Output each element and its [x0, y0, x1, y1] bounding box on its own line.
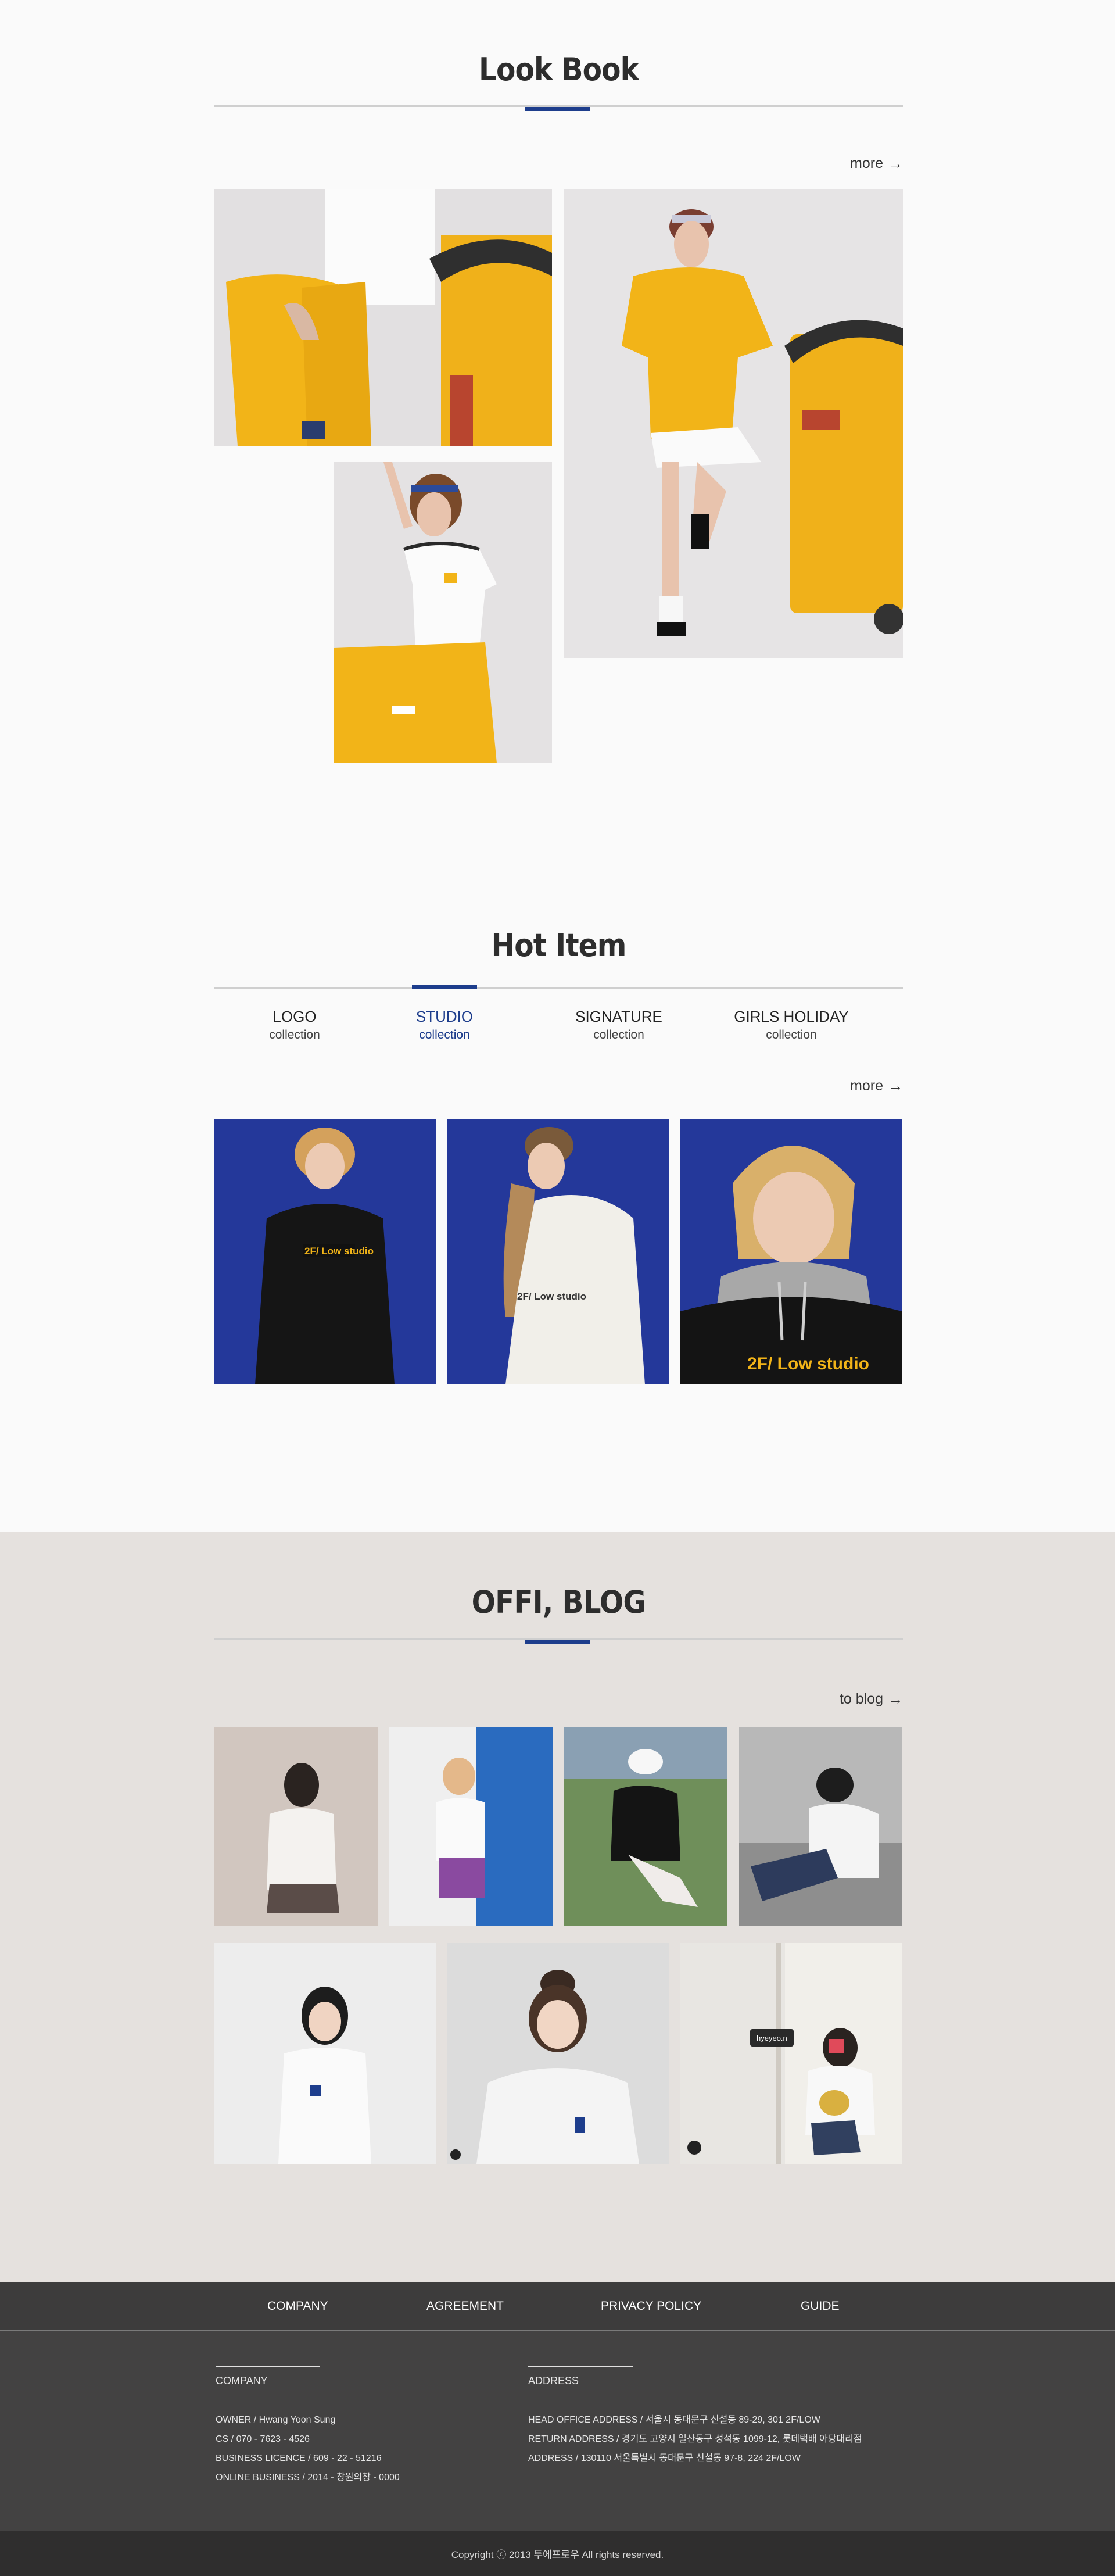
footer-info: COMPANY OWNER / Hwang Yoon Sung CS / 070… [0, 2331, 1115, 2531]
blog-title: OFFI, BLOG [471, 1584, 647, 1620]
title-accent [525, 107, 590, 111]
footer-rule [216, 2366, 320, 2367]
lookbook-photo-pants[interactable] [214, 189, 552, 446]
photo-tag-label: hyeyeo.n [757, 2034, 787, 2042]
blog-photo-tagged[interactable]: hyeyeo.n [680, 1943, 902, 2164]
to-blog-link[interactable]: to blog → [214, 1690, 903, 1708]
footer-address-info: ADDRESS HEAD OFFICE ADDRESS / 서울시 동대문구 신… [528, 2366, 862, 2468]
hot-item-list: 2F/ Low studio 2F/ Low studio 2F/ Low st… [214, 1119, 903, 1384]
footer-info-line: OWNER / Hwang Yoon Sung [216, 2415, 336, 2425]
footer-link-agreement[interactable]: AGREEMENT [426, 2299, 504, 2313]
product-print: 2F/ Low studio [517, 1291, 586, 1302]
product-card-black-hoodie[interactable]: 2F/ Low studio [214, 1119, 436, 1384]
tab-label: LOGO [273, 1008, 317, 1025]
more-label: more [850, 155, 883, 171]
lookbook-grid [214, 189, 903, 770]
product-card-grey-hood-hoodie[interactable]: 2F/ Low studio [680, 1119, 902, 1384]
footer-company-info: COMPANY OWNER / Hwang Yoon Sung CS / 070… [216, 2366, 400, 2487]
lookbook-more-link[interactable]: more → [214, 155, 903, 173]
tab-logo[interactable]: LOGO collection [236, 1008, 353, 1042]
collection-tabs: LOGO collection STUDIO collection SIGNAT… [214, 985, 903, 1042]
footer-link-company[interactable]: COMPANY [267, 2299, 328, 2313]
footer-nav: COMPANY AGREEMENT PRIVACY POLICY GUIDE [0, 2282, 1115, 2331]
blog-photo[interactable] [214, 1727, 378, 1926]
tab-sub-label: collection [269, 1028, 320, 1042]
arrow-right-icon: → [888, 1077, 903, 1094]
title-divider [214, 105, 903, 111]
product-card-white-hoodie[interactable]: 2F/ Low studio [447, 1119, 669, 1384]
footer-rule [528, 2366, 633, 2367]
tab-sub-label: collection [766, 1028, 817, 1042]
footer-link-guide[interactable]: GUIDE [801, 2299, 840, 2313]
footer-info-line: ADDRESS / 130110 서울특별시 동대문구 신설동 97-8, 22… [528, 2453, 801, 2463]
footer-info-line: RETURN ADDRESS / 경기도 고양시 일산동구 성석동 1099-1… [528, 2434, 862, 2444]
tab-studio[interactable]: STUDIO collection [386, 1008, 503, 1042]
title-accent [525, 1640, 590, 1644]
tab-label: SIGNATURE [575, 1008, 662, 1025]
active-tab-indicator [412, 985, 477, 989]
blog-photo[interactable] [739, 1727, 902, 1926]
footer-address-heading: ADDRESS [528, 2375, 579, 2387]
copyright-bar: Copyright ⓒ 2013 투에프로우 All rights reserv… [0, 2531, 1115, 2576]
product-print: 2F/ Low studio [304, 1246, 374, 1257]
footer-info-line: CS / 070 - 7623 - 4526 [216, 2434, 310, 2444]
footer-info-line: ONLINE BUSINESS / 2014 - 창원의창 - 0000 [216, 2473, 400, 2482]
tab-label: STUDIO [415, 1008, 474, 1025]
hot-item-more-link[interactable]: more → [214, 1077, 903, 1095]
tab-girls-holiday[interactable]: GIRLS HOLIDAY collection [733, 1008, 849, 1042]
tab-label: GIRLS HOLIDAY [734, 1008, 849, 1025]
blog-photo[interactable] [214, 1943, 436, 2164]
lookbook-title: Look Book [478, 51, 639, 88]
arrow-right-icon: → [888, 155, 903, 172]
footer-info-line: HEAD OFFICE ADDRESS / 서울시 동대문구 신설동 89-29… [528, 2415, 820, 2425]
lookbook-section: Look Book more → [0, 0, 1115, 860]
title-divider [214, 1638, 903, 1644]
product-print: 2F/ Low studio [747, 1354, 869, 1373]
lookbook-photo-ringer-tee[interactable] [334, 462, 552, 763]
blog-photo-row: hyeyeo.n [214, 1943, 903, 2164]
arrow-right-icon: → [888, 1690, 903, 1708]
footer-company-heading: COMPANY [216, 2375, 268, 2387]
footer-info-line: BUSINESS LICENCE / 609 - 22 - 51216 [216, 2453, 382, 2463]
tab-signature[interactable]: SIGNATURE collection [561, 1008, 677, 1042]
tab-sub-label: collection [419, 1028, 470, 1042]
blog-photo[interactable] [447, 1943, 669, 2164]
copyright-text: Copyright ⓒ 2013 투에프로우 All rights reserv… [451, 2549, 664, 2560]
blog-photo-row [214, 1727, 903, 1926]
blog-photo[interactable] [389, 1727, 553, 1926]
to-blog-label: to blog [839, 1691, 883, 1707]
tab-sub-label: collection [593, 1028, 644, 1042]
blog-section: OFFI, BLOG to blog → hyeyeo.n [0, 1532, 1115, 2282]
hot-item-section: Hot Item LOGO collection STUDIO collecti… [0, 860, 1115, 1532]
lookbook-photo-girl-cart[interactable] [564, 189, 903, 658]
blog-photo[interactable] [564, 1727, 727, 1926]
hot-item-title: Hot Item [491, 927, 627, 964]
more-label: more [850, 1078, 883, 1094]
footer-link-privacy-policy[interactable]: PRIVACY POLICY [601, 2299, 701, 2313]
